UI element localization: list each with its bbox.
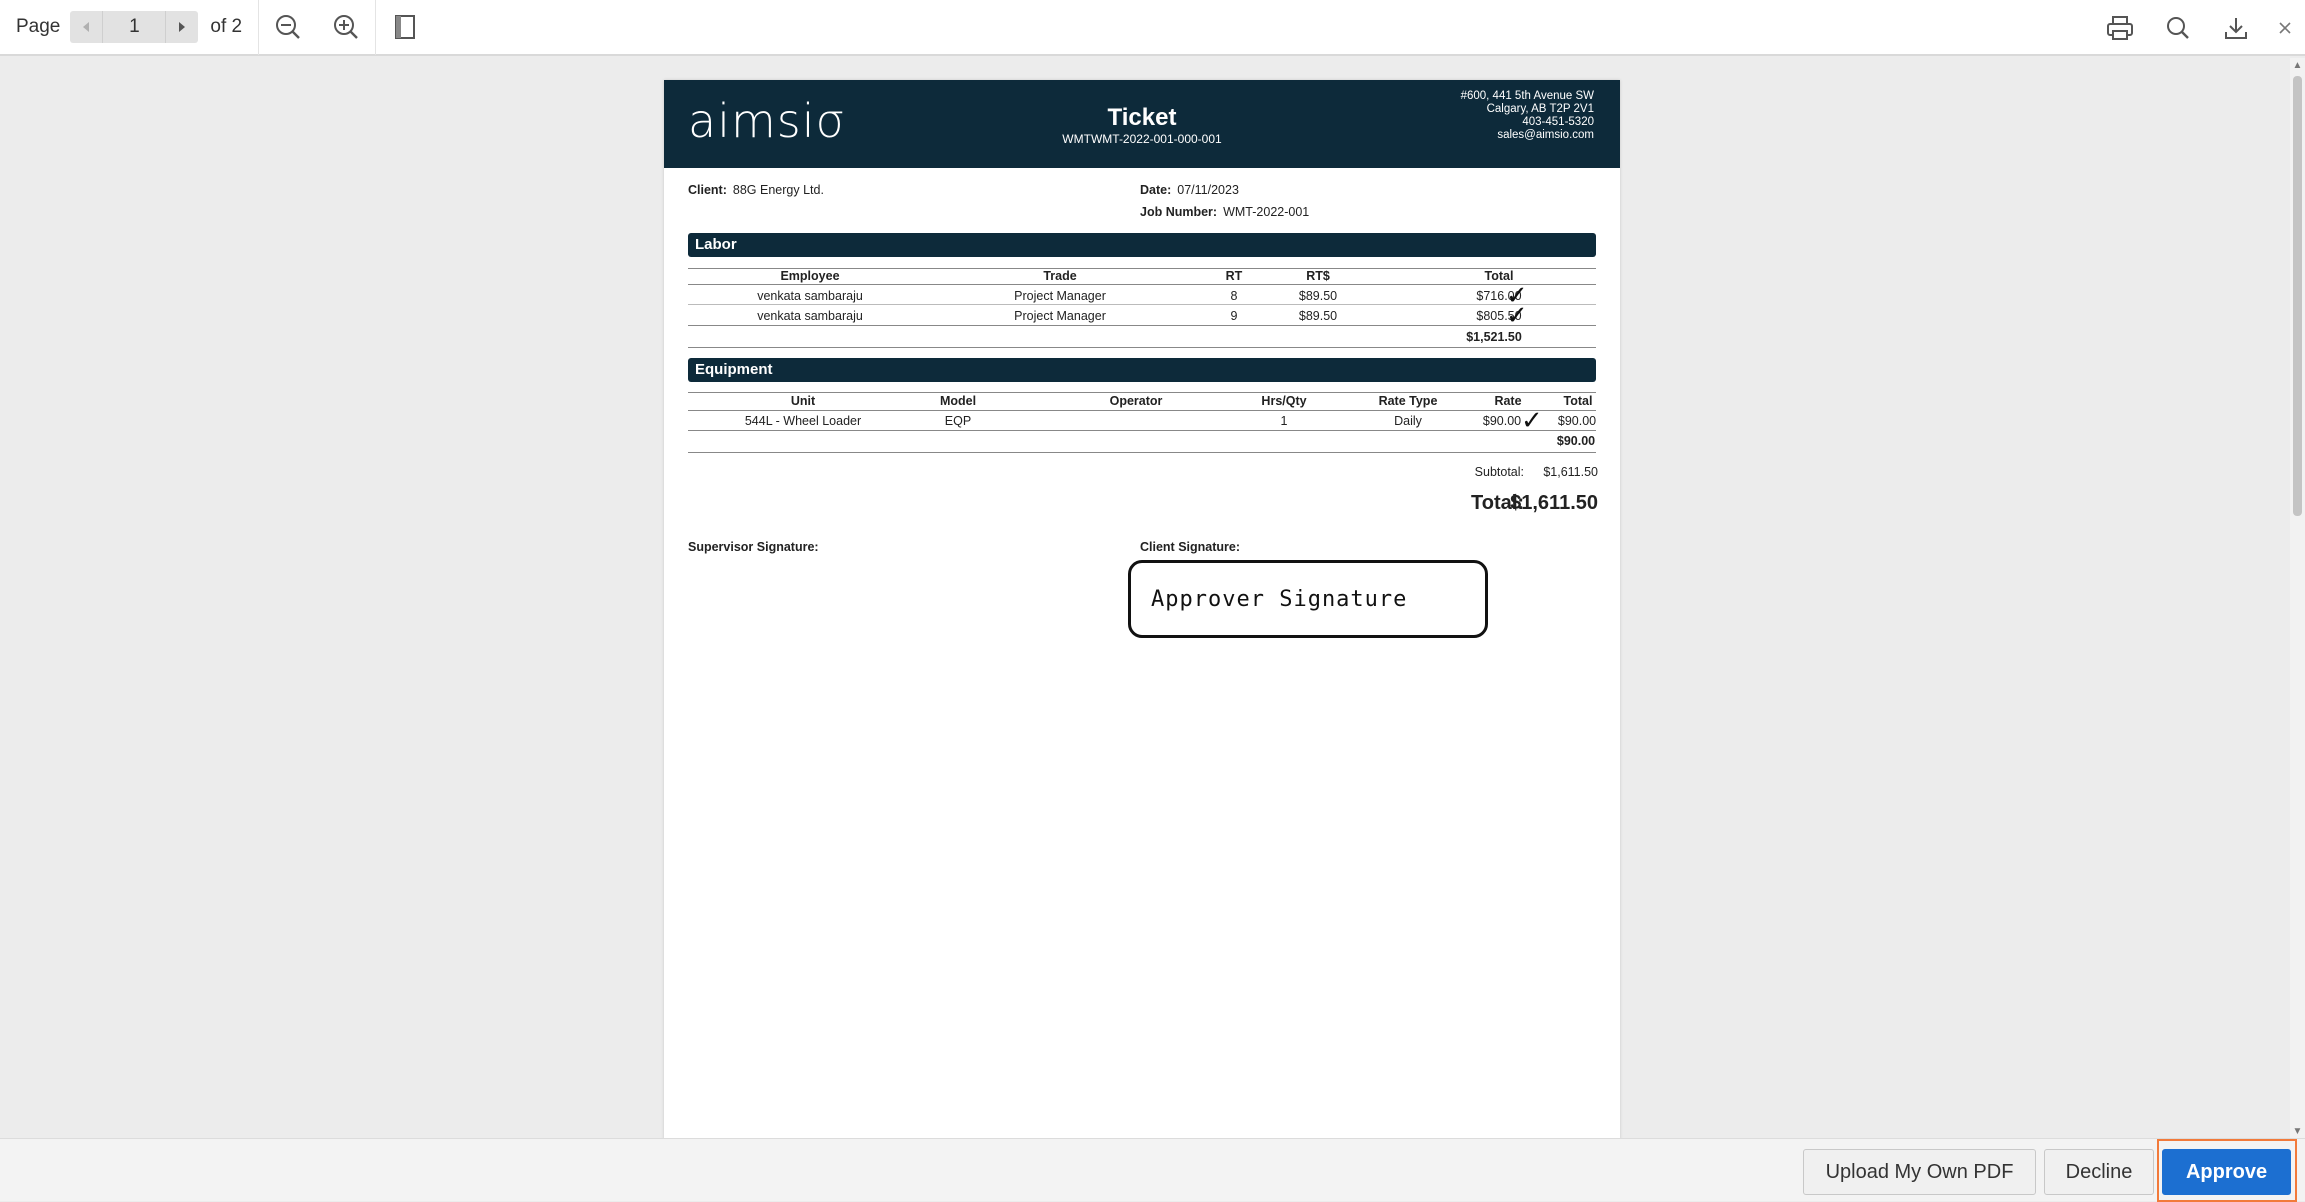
check-icon: ✓ — [1521, 406, 1543, 436]
job-label: Job Number: — [1140, 205, 1218, 219]
equipment-header-hrs-qty: Hrs/Qty — [1261, 394, 1307, 408]
labor-cell-employee: venkata sambaraju — [757, 309, 863, 323]
subtotal-label: Subtotal: — [1474, 465, 1524, 479]
equipment-header-rate-type: Rate Type — [1378, 394, 1438, 408]
divider — [688, 452, 1596, 453]
equipment-subtotal: $90.00 — [1556, 434, 1596, 448]
address-line: #600, 441 5th Avenue SW — [1460, 90, 1594, 102]
labor-cell-rt: 9 — [1230, 309, 1238, 323]
labor-cell-rate: $89.50 — [1298, 309, 1338, 323]
approver-signature-field[interactable]: Approver Signature — [1128, 560, 1488, 638]
decline-button[interactable]: Decline — [2044, 1149, 2154, 1195]
job-info: Job Number: WMT-2022-001 — [1140, 205, 1309, 219]
divider — [688, 410, 1596, 411]
address-line: Calgary, AB T2P 2V1 — [1486, 103, 1594, 115]
client-value: 88G Energy Ltd. — [732, 183, 824, 197]
equipment-cell-qty: 1 — [1280, 414, 1288, 428]
print-icon[interactable] — [2091, 0, 2149, 56]
labor-cell-rt: 8 — [1230, 289, 1238, 303]
labor-cell-trade: Project Manager — [1014, 289, 1106, 303]
labor-header-rt: RT — [1225, 269, 1243, 283]
zoom-out-icon[interactable] — [259, 0, 317, 55]
equipment-cell-rate-type: Daily — [1394, 414, 1422, 428]
client-info: Client: 88G Energy Ltd. — [688, 183, 824, 197]
labor-header-trade: Trade — [1043, 269, 1077, 283]
labor-cell-trade: Project Manager — [1014, 309, 1106, 323]
subtotal-value: $1,611.50 — [1543, 465, 1598, 479]
page-label: Page — [16, 16, 61, 37]
pdf-page: aimsiσ Ticket WMTWMT-2022-001-000-001 #6… — [664, 80, 1620, 1138]
email-line: sales@aimsio.com — [1497, 129, 1594, 141]
job-value: WMT-2022-001 — [1223, 205, 1310, 219]
labor-header-rt-rate: RT$ — [1306, 269, 1330, 283]
scroll-thumb[interactable] — [2293, 76, 2302, 516]
download-icon[interactable] — [2207, 0, 2265, 56]
zoom-in-icon[interactable] — [317, 0, 375, 55]
date-value: 07/11/2023 — [1177, 183, 1239, 197]
scroll-down-icon[interactable]: ▼ — [2290, 1124, 2305, 1138]
equipment-cell-model: EQP — [944, 414, 972, 428]
divider — [688, 430, 1596, 431]
divider — [688, 347, 1596, 348]
divider — [688, 304, 1596, 305]
next-page-icon[interactable] — [166, 11, 198, 43]
single-page-view-icon[interactable] — [376, 0, 434, 55]
divider — [688, 325, 1596, 326]
equipment-cell-total: $90.00 — [1557, 414, 1597, 428]
toolbar-right-group — [2091, 0, 2305, 56]
date-label: Date: — [1140, 183, 1172, 197]
pdf-viewer-area: aimsiσ Ticket WMTWMT-2022-001-000-001 #6… — [0, 58, 2290, 1138]
equipment-header-unit: Unit — [790, 394, 816, 408]
client-signature-label: Client Signature: — [1140, 540, 1241, 554]
close-icon[interactable] — [2265, 0, 2305, 56]
toolbar-left-group: Page of 2 — [0, 0, 434, 55]
upload-pdf-button[interactable]: Upload My Own PDF — [1803, 1149, 2036, 1195]
equipment-header-operator: Operator — [1109, 394, 1163, 408]
pdf-toolbar: Page of 2 — [0, 0, 2305, 56]
labor-cell-employee: venkata sambaraju — [757, 289, 863, 303]
page-number-input[interactable] — [102, 11, 167, 43]
client-label: Client: — [688, 183, 727, 197]
equipment-cell-unit: 544L - Wheel Loader — [744, 414, 862, 428]
action-bar: Upload My Own PDF Decline Approve — [0, 1138, 2305, 1202]
phone-line: 403-451-5320 — [1522, 116, 1594, 128]
page-count-label: of 2 — [210, 16, 243, 37]
date-info: Date: 07/11/2023 — [1140, 183, 1239, 197]
labor-section-title: Labor — [688, 233, 1596, 257]
prev-page-icon[interactable] — [70, 11, 102, 43]
search-icon[interactable] — [2149, 0, 2207, 56]
equipment-section-title: Equipment — [688, 358, 1596, 382]
equipment-header-total: Total — [1563, 394, 1593, 408]
scroll-up-icon[interactable]: ▲ — [2290, 58, 2305, 72]
check-icon: ✓ — [1506, 301, 1528, 331]
page-navigator — [70, 11, 199, 43]
total-value: $1,611.50 — [1510, 492, 1598, 514]
company-address: #600, 441 5th Avenue SW Calgary, AB T2P … — [1461, 90, 1594, 142]
divider — [688, 392, 1596, 393]
supervisor-signature-label: Supervisor Signature: — [688, 540, 819, 554]
equipment-header-model: Model — [939, 394, 977, 408]
approve-button[interactable]: Approve — [2162, 1149, 2291, 1195]
labor-subtotal: $1,521.50 — [1466, 330, 1522, 344]
vertical-scrollbar[interactable]: ▲ ▼ — [2290, 58, 2305, 1138]
ticket-header: aimsiσ Ticket WMTWMT-2022-001-000-001 #6… — [664, 80, 1620, 168]
labor-header-employee: Employee — [780, 269, 840, 283]
divider — [688, 284, 1596, 285]
labor-cell-rate: $89.50 — [1298, 289, 1338, 303]
